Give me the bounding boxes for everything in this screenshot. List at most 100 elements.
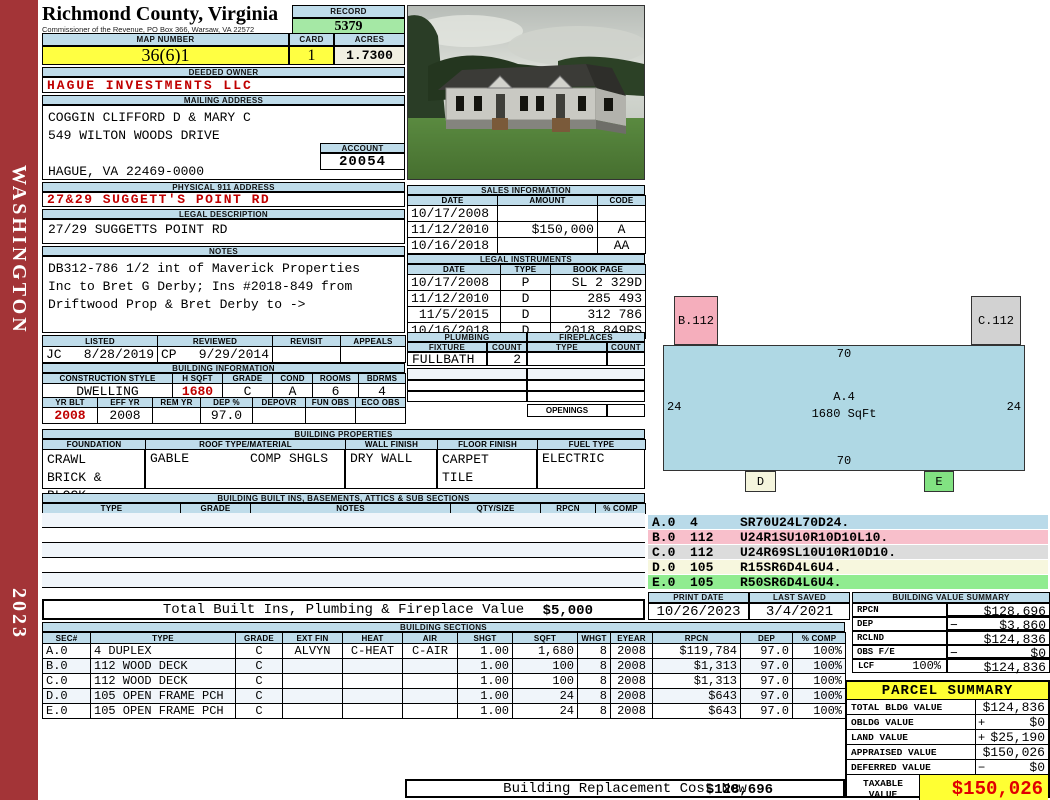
wall-header: WALL FINISH [345,439,438,450]
review-table: LISTED REVIEWED REVISIT APPEALS JC 8/28/2… [42,335,406,363]
grade: C [235,673,283,689]
parcel-value: $0 [1029,715,1045,730]
parcel-row: APPRAISED VALUE $150,026 [847,745,1048,760]
sale-amount [497,237,598,254]
reviewed-cell: CP 9/29/2014 [157,346,273,363]
parcel-summary: PARCEL SUMMARY TOTAL BLDG VALUE $124,836… [845,680,1050,800]
rpcn: $119,784 [652,643,741,659]
code-sec: C.0 [652,544,676,560]
grade-col-header: GRADE [235,632,283,644]
roof-material: COMP SHGLS [249,451,328,466]
plumbing-empty-row [407,391,527,402]
code-sec: B.0 [652,529,676,545]
sketch-a-sqft: 1680 SqFt [811,407,877,421]
instrument-row: 10/17/2008 P SL 2 329D [407,274,646,291]
listed-by: JC [46,347,62,362]
shgt: 1.00 [457,673,513,689]
taxable-label: TAXABLE VALUE [847,775,920,800]
mailing-line-1: COGGIN CLIFFORD D & MARY C [48,110,251,125]
heat [342,688,403,704]
print-date: 10/26/2023 [648,603,749,620]
fireplace-empty-row [527,391,645,402]
sqft: 24 [512,703,578,719]
fixture-value: FULLBATH [407,352,487,367]
parcel-label: DEFERRED VALUE [847,760,976,774]
sqft: 100 [512,658,578,674]
roof-header: ROOF TYPE/MATERIAL [145,439,346,450]
rpcn-col-header: RPCN [652,632,741,644]
fireplace-count-header: COUNT [607,342,645,352]
sales-table: DATE AMOUNT CODE 10/17/2008 11/12/2010 $… [407,195,646,254]
note-line-3: Driftwood Prop & Bret Derby to -> [48,297,306,312]
sec: D.0 [42,688,91,704]
parcel-row: TOTAL BLDG VALUE $124,836 [847,700,1048,715]
parcel-value: $124,836 [982,700,1045,715]
sketch-code-row: E.0 105 R50SR6D4L6U4. [648,575,1048,590]
extfin-header: EXT FIN [282,632,343,644]
instr-date: 11/12/2010 [407,290,501,307]
floor-header: FLOOR FINISH [437,439,538,450]
grade: C [235,688,283,704]
bvs-label: RPCN [852,603,947,617]
instr-book: 285 493 [550,290,646,307]
built-ins-row [42,558,645,573]
remyr-header: REM YR [152,397,201,408]
comp: 100% [792,673,846,689]
rooms-header: ROOMS [312,373,359,384]
parcel-label: TOTAL BLDG VALUE [847,700,976,714]
section-row: A.0 4 DUPLEX C ALVYN C-HEAT C-AIR 1.00 1,680 8 20… [42,643,846,659]
comp: 100% [792,688,846,704]
whgt: 8 [577,658,611,674]
code-sec: A.0 [652,514,676,530]
parcel-value: $150,026 [982,745,1045,760]
whgt-header: WHGT [577,632,611,644]
section-row: D.0 105 OPEN FRAME PCH C 1.00 24 8 2008 $643 97.… [42,688,846,704]
deeded-owner: HAGUE INVESTMENTS LLC [42,77,405,93]
instr-date-header: DATE [407,264,501,275]
roof-type: GABLE [150,451,190,466]
dep-header: DEP % [200,397,253,408]
eyear: 2008 [610,643,653,659]
type-header: TYPE [90,632,236,644]
card-number: 1 [289,46,334,65]
roof-value: GABLE COMP SHGLS [145,449,345,489]
parcel-op: − [978,761,986,775]
sketch-section-b: B.112 [674,296,718,345]
county-title: Richmond County, Virginia [42,3,279,25]
yrblt-value: 2008 [42,407,98,424]
floor-line-1: CARPET [442,452,489,467]
built-ins-empty-rows [42,513,645,603]
account-header: ACCOUNT [320,143,405,153]
dep-col-header: DEP [740,632,793,644]
heat [342,658,403,674]
ext: ALVYN [282,643,343,659]
sec: B.0 [42,658,91,674]
sketch-code-row: D.0 105 R15SR6D4L6U4. [648,560,1048,575]
plumbing-header: PLUMBING [407,332,527,342]
sketch-dim-right: 24 [1006,400,1021,414]
sqft-header: SQFT [512,632,578,644]
built-ins-row [42,573,645,588]
sec: A.0 [42,643,91,659]
last-saved-header: LAST SAVED [749,592,850,603]
built-ins-row [42,543,645,558]
fuel-type-value: ELECTRIC [537,449,645,489]
bi-comp-header: % COMP [595,503,646,514]
rpcn: $1,313 [652,673,741,689]
fixture-count: 2 [487,352,527,367]
acres-header: ACRES [334,33,405,46]
code-num: 112 [690,544,714,560]
sale-date: 10/16/2018 [407,237,498,254]
effyr-header: EFF YR [97,397,153,408]
air [402,673,458,689]
fireplace-empty-row [527,368,645,380]
eyear: 2008 [610,688,653,704]
instrument-row: 11/12/2010 D 285 493 [407,290,646,307]
building-info-row1: CONSTRUCTION STYLE H SQFT GRADE COND ROO… [42,373,406,400]
parcel-label: OBLDG VALUE [847,715,976,729]
sketch-a-label: A.4 [833,390,855,404]
instr-type-header: TYPE [500,264,551,275]
lcf-pct: 100% [912,659,941,673]
section-row: B.0 112 WOOD DECK C 1.00 100 8 2008 $1,313 97.0 1… [42,658,846,674]
code-vector: R50SR6D4L6U4. [740,574,842,590]
